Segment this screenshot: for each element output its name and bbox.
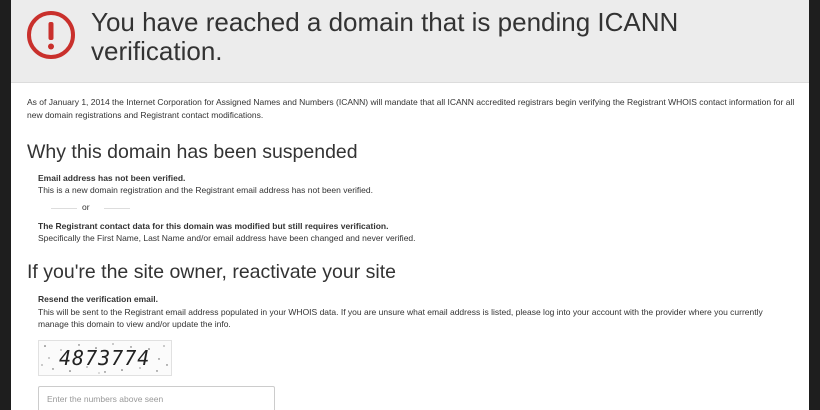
intro-text: As of January 1, 2014 the Internet Corpo…	[27, 97, 795, 120]
resend-title: Resend the verification email.	[38, 294, 158, 304]
captcha-input[interactable]	[38, 385, 275, 410]
main-content: As of January 1, 2014 the Internet Corpo…	[27, 96, 795, 410]
or-label: or	[82, 202, 90, 212]
resend-section: Resend the verification email. This will…	[38, 293, 795, 331]
resend-text: This will be sent to the Registrant emai…	[38, 306, 763, 330]
reactivate-heading: If you're the site owner, reactivate you…	[27, 261, 396, 283]
divider-line-left	[51, 208, 77, 209]
why-suspended-heading: Why this domain has been suspended	[27, 141, 358, 163]
captcha-image: 4873774	[38, 339, 172, 376]
page-title: You have reached a domain that is pendin…	[91, 7, 679, 66]
reason2-text: Specifically the First Name, Last Name a…	[38, 233, 416, 243]
reason-email-unverified: Email address has not been verified. Thi…	[38, 172, 795, 196]
header-banner: You have reached a domain that is pendin…	[11, 0, 809, 83]
reason1-text: This is a new domain registration and th…	[38, 185, 373, 195]
exclamation-circle-icon	[27, 11, 75, 59]
captcha-code: 4873774	[59, 345, 151, 370]
divider-line-right	[104, 208, 130, 209]
or-divider: or	[38, 196, 795, 220]
reason1-title: Email address has not been verified.	[38, 173, 186, 183]
page: You have reached a domain that is pendin…	[11, 0, 809, 410]
reason-contact-modified: The Registrant contact data for this dom…	[38, 220, 795, 244]
reason2-title: The Registrant contact data for this dom…	[38, 221, 389, 231]
